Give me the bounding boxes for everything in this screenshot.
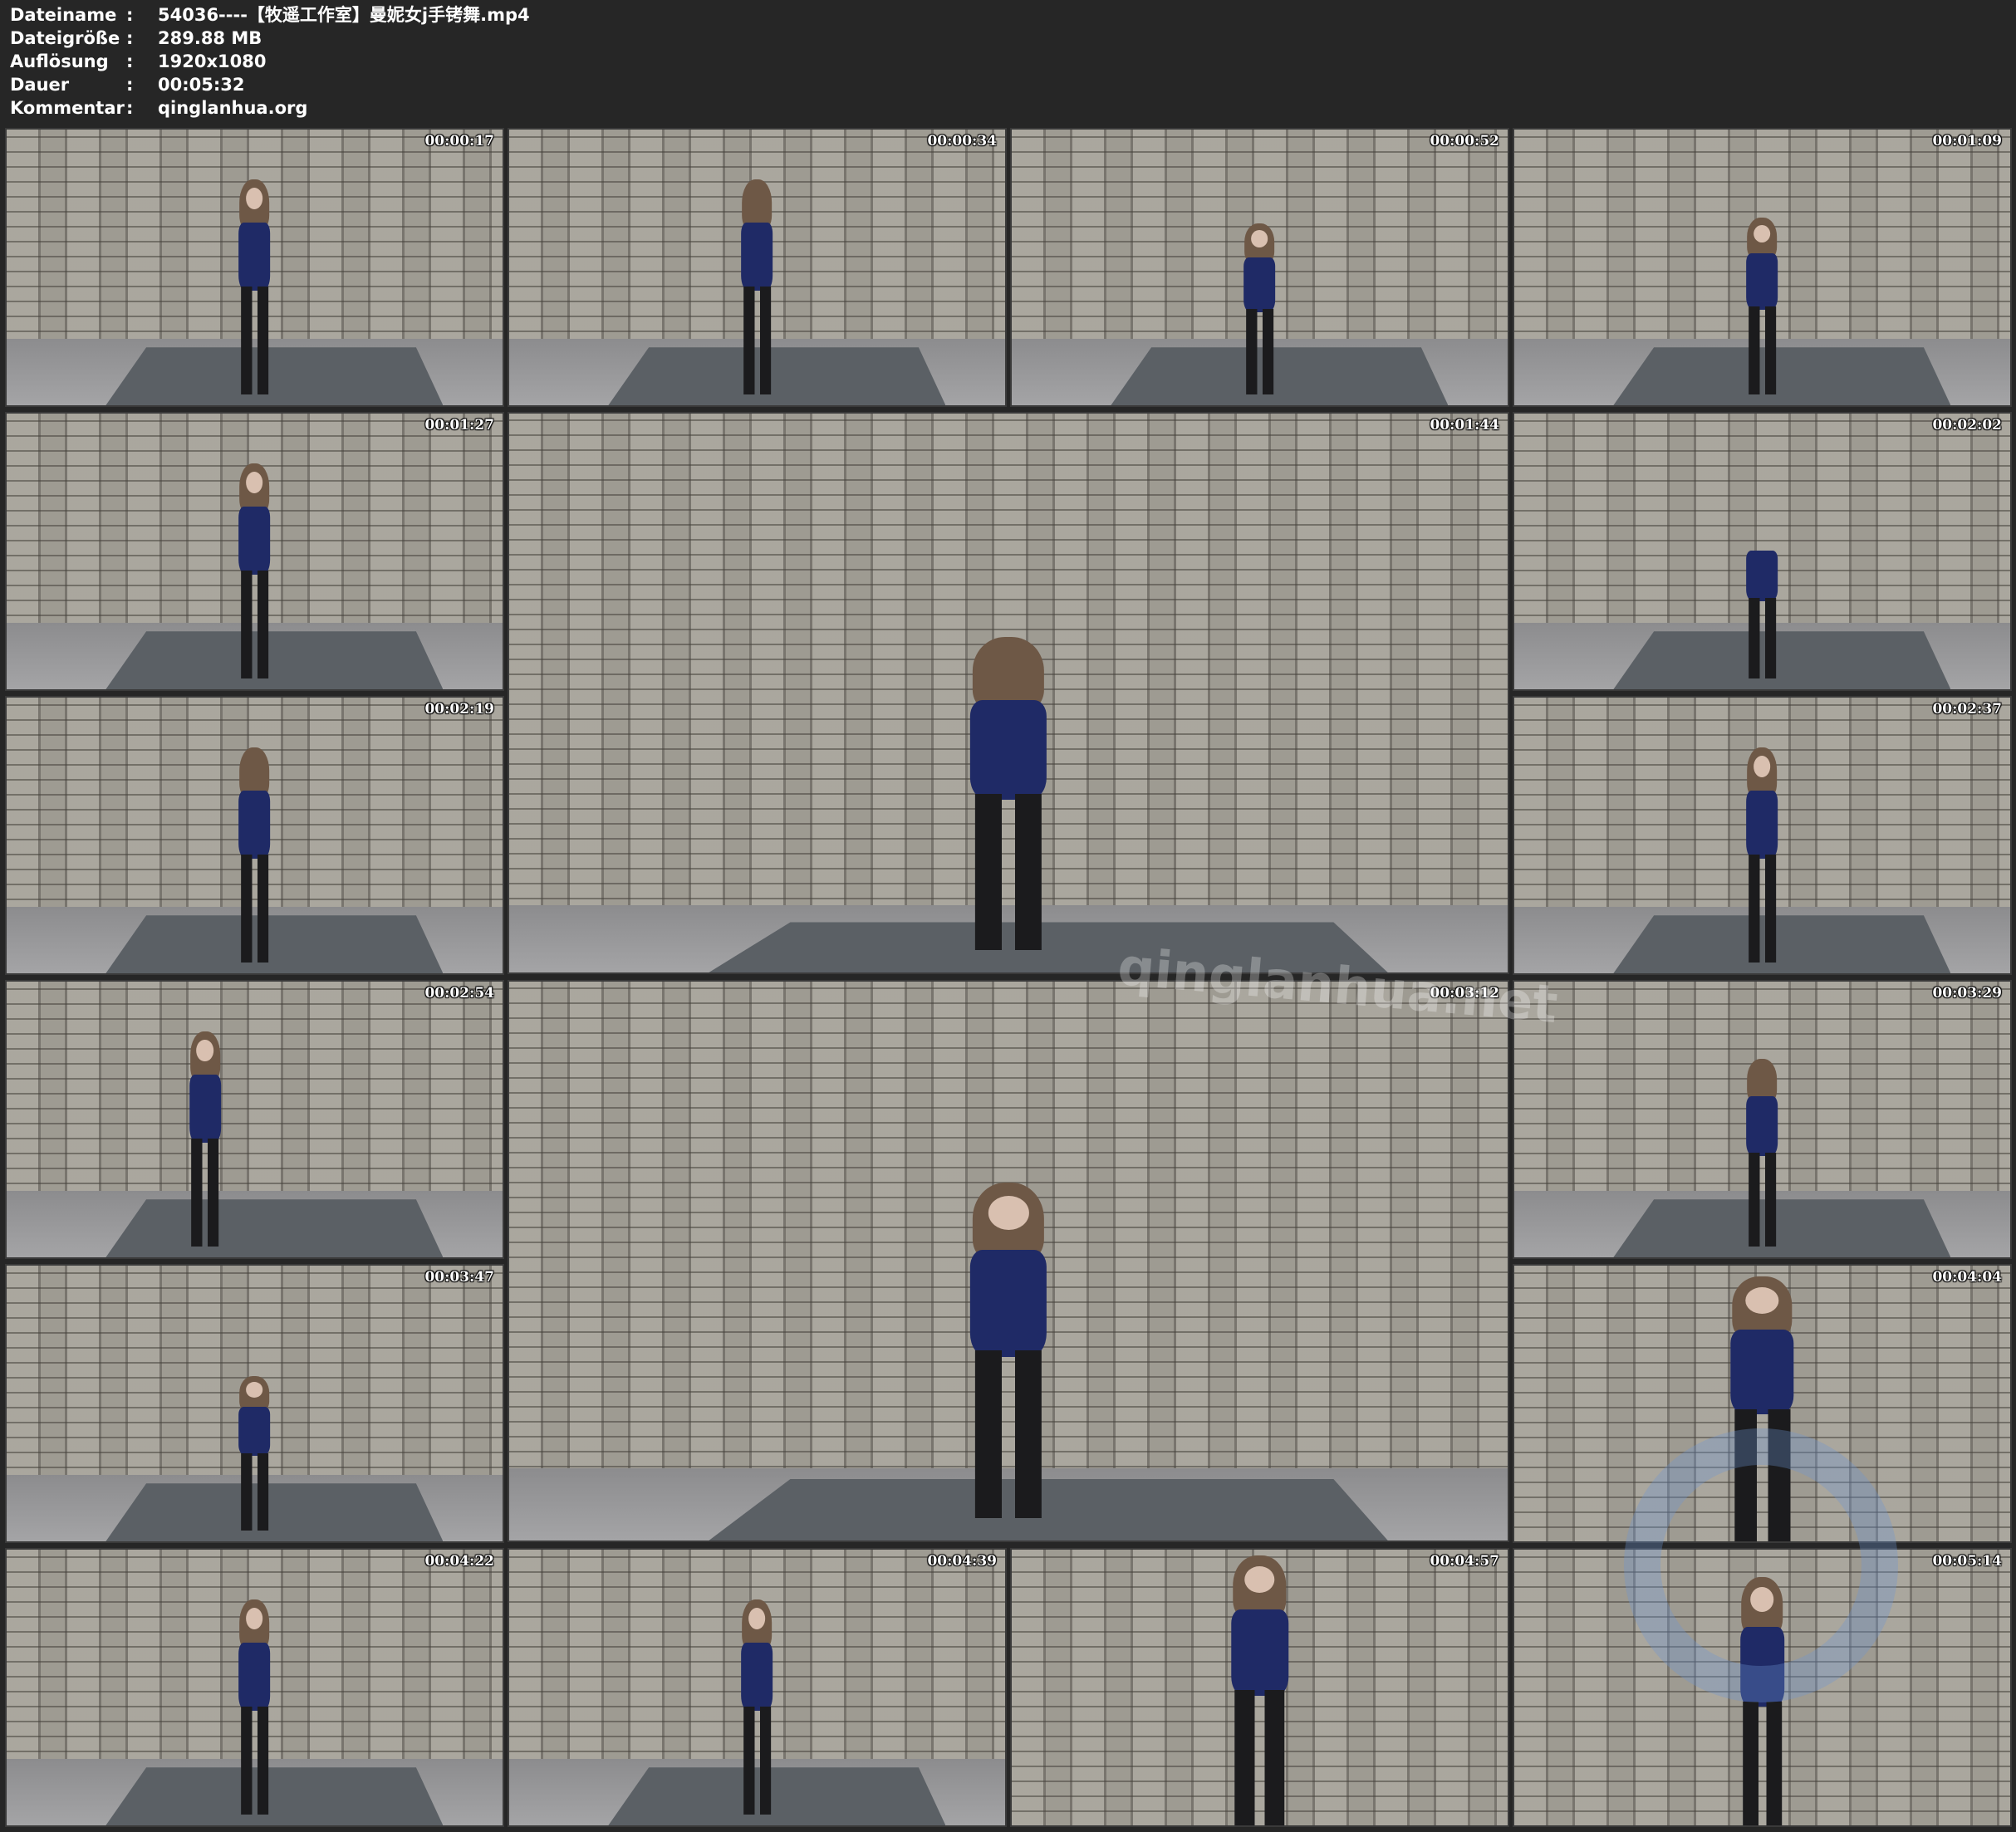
timestamp-label: 00:04:39	[927, 1553, 997, 1570]
performer-figure	[180, 1031, 230, 1247]
timestamp-label: 00:01:09	[1932, 133, 2002, 149]
video-thumbnail[interactable]: 00:02:02	[1513, 412, 2012, 691]
video-thumbnail[interactable]: 00:04:57	[1010, 1548, 1509, 1827]
timestamp-label: 00:00:17	[424, 133, 494, 149]
timestamp-label: 00:04:57	[1430, 1553, 1499, 1570]
video-thumbnail-large[interactable]: 00:03:12	[508, 980, 1509, 1542]
video-thumbnail[interactable]: 00:00:52	[1010, 128, 1509, 407]
performer-figure	[1738, 518, 1788, 678]
timestamp-label: 00:01:27	[424, 417, 494, 434]
video-thumbnail[interactable]: 00:05:14	[1513, 1548, 2012, 1827]
timestamp-label: 00:03:29	[1932, 985, 2002, 1002]
video-thumbnail[interactable]: 00:01:27	[5, 412, 504, 691]
video-thumbnail[interactable]: 00:04:22	[5, 1548, 504, 1827]
performer-figure	[1738, 747, 1788, 963]
performer-figure	[949, 637, 1068, 951]
performer-figure	[1728, 1577, 1798, 1825]
performer-figure	[1738, 1058, 1788, 1247]
performer-figure	[733, 179, 782, 394]
timestamp-label: 00:03:12	[1430, 985, 1499, 1002]
timestamp-label: 00:02:02	[1932, 417, 2002, 434]
video-thumbnail[interactable]: 00:03:47	[5, 1264, 504, 1543]
timestamp-label: 00:04:22	[424, 1553, 494, 1570]
video-thumbnail[interactable]: 00:02:54	[5, 980, 504, 1259]
video-thumbnail[interactable]: 00:04:04	[1513, 1264, 2012, 1543]
timestamp-label: 00:02:37	[1932, 701, 2002, 718]
video-thumbnail[interactable]: 00:00:34	[508, 128, 1007, 407]
performer-figure	[230, 1375, 280, 1531]
timestamp-label: 00:02:54	[424, 985, 494, 1002]
timestamp-label: 00:00:52	[1430, 133, 1499, 149]
video-thumbnail[interactable]: 00:04:39	[508, 1548, 1007, 1827]
video-thumbnail[interactable]: 00:01:09	[1513, 128, 2012, 407]
video-thumbnail[interactable]: 00:00:17	[5, 128, 504, 407]
floor-mat	[105, 1199, 444, 1257]
video-thumbnail[interactable]: 00:02:19	[5, 696, 504, 975]
video-thumbnail[interactable]: 00:03:29	[1513, 980, 2012, 1259]
timestamp-label: 00:00:34	[927, 133, 997, 149]
timestamp-label: 00:04:04	[1932, 1269, 2002, 1286]
thumbnail-grid: 00:00:17 00:00:34 00:00:52 00:01:09 00:0…	[0, 0, 2016, 1832]
video-thumbnail-large[interactable]: 00:01:44	[508, 412, 1509, 974]
performer-figure	[1235, 223, 1285, 394]
timestamp-label: 00:01:44	[1430, 417, 1499, 434]
performer-figure	[230, 463, 280, 678]
performer-figure	[949, 1183, 1068, 1519]
performer-figure	[1738, 218, 1788, 394]
timestamp-label: 00:02:19	[424, 701, 494, 718]
performer-figure	[230, 179, 280, 394]
performer-figure	[1215, 1555, 1304, 1825]
timestamp-label: 00:03:47	[424, 1269, 494, 1286]
performer-figure	[230, 747, 280, 963]
timestamp-label: 00:05:14	[1932, 1553, 2002, 1570]
performer-figure	[1713, 1276, 1812, 1541]
performer-figure	[733, 1599, 782, 1815]
video-thumbnail[interactable]: 00:02:37	[1513, 696, 2012, 975]
performer-figure	[230, 1599, 280, 1815]
